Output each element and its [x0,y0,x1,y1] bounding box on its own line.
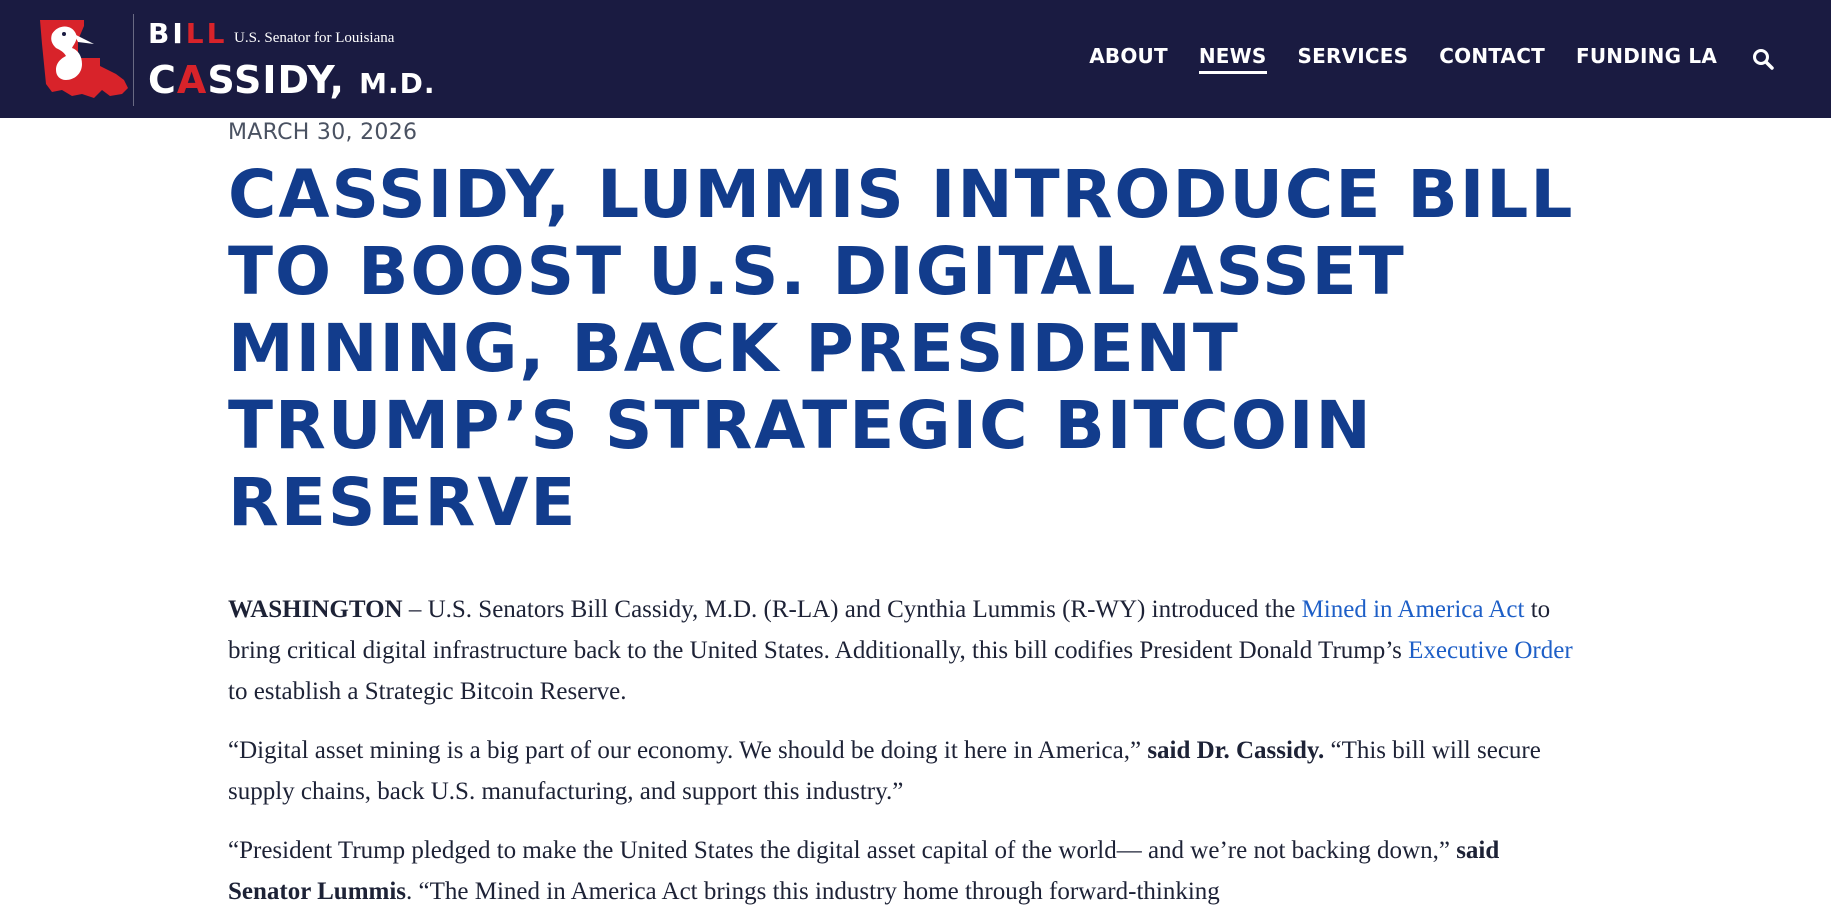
site-header: BILL U.S. Senator for Louisiana CASSIDY,… [0,0,1831,118]
attribution-cassidy: said Dr. Cassidy. [1147,737,1325,764]
page-title: CASSIDY, LUMMIS INTRODUCE BILL TO BOOST … [228,156,1575,541]
main-nav: ABOUT NEWS SERVICES CONTACT FUNDING LA [1058,0,1775,118]
nav-item-contact[interactable]: CONTACT [1439,44,1545,74]
nav-item-about[interactable]: ABOUT [1089,44,1168,74]
nav-item-funding-la[interactable]: FUNDING LA [1576,44,1717,74]
article: MARCH 30, 2026 CASSIDY, LUMMIS INTRODUCE… [228,118,1588,905]
logo-divider [133,14,134,106]
mined-in-america-act-link[interactable]: Mined in America Act [1302,596,1525,623]
louisiana-pelican-icon [40,20,128,98]
site-logo-link[interactable]: BILL U.S. Senator for Louisiana CASSIDY,… [38,14,448,106]
logo-last-name: CASSIDY, M.D. [148,58,436,102]
paragraph-2: “Digital asset mining is a big part of o… [228,737,1541,805]
search-button[interactable] [1751,47,1775,71]
paragraph-3: “President Trump pledged to make the Uni… [228,837,1500,905]
logo-first-name: BILL [148,17,228,50]
search-icon [1753,49,1774,70]
logo-subtitle: U.S. Senator for Louisiana [234,30,395,46]
executive-order-link[interactable]: Executive Order [1408,637,1573,664]
nav-item-news[interactable]: NEWS [1198,44,1267,74]
nav-item-services[interactable]: SERVICES [1298,44,1409,74]
post-date: MARCH 30, 2026 [228,120,418,145]
paragraph-1: WASHINGTON – U.S. Senators Bill Cassidy,… [228,596,1573,705]
dateline: WASHINGTON [228,596,403,623]
article-body: WASHINGTON – U.S. Senators Bill Cassidy,… [228,589,1588,905]
